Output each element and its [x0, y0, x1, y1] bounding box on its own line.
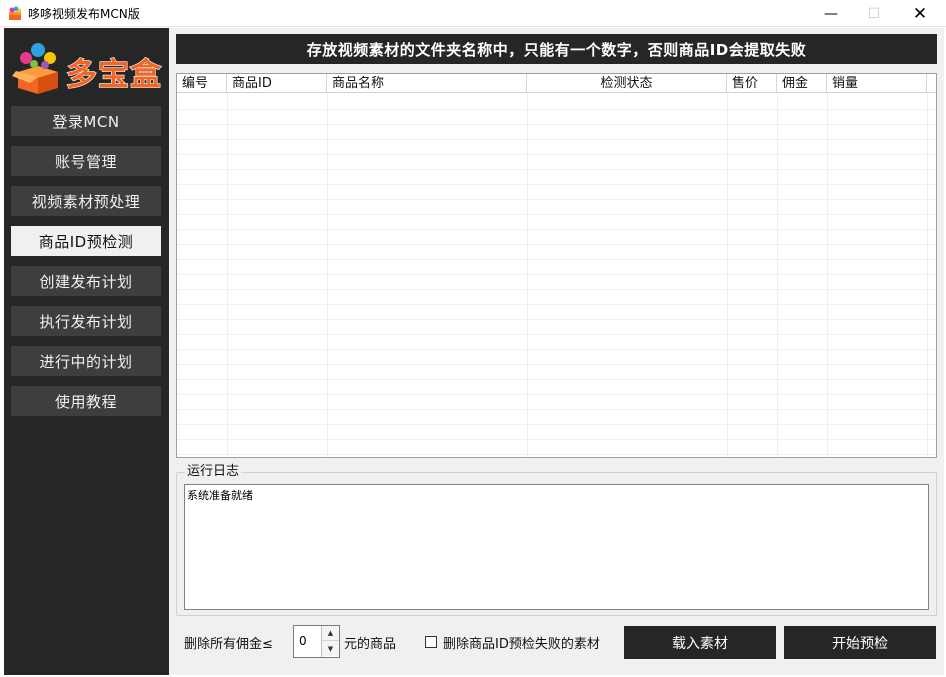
log-textarea[interactable]: 系统准备就绪 [184, 484, 929, 610]
stepper-up-icon[interactable]: ▲ [322, 626, 339, 641]
grid-row-line [177, 454, 936, 455]
logo: 多宝盒 [12, 43, 162, 94]
grid-column-line [527, 94, 528, 457]
table-header: 编号 商品ID 商品名称 检测状态 售价 佣金 销量 [177, 74, 936, 93]
grid-row-line [177, 274, 936, 275]
column-header-product-name[interactable]: 商品名称 [327, 74, 527, 93]
grid-row-line [177, 289, 936, 290]
grid-row-line [177, 139, 936, 140]
grid-row-line [177, 304, 936, 305]
column-header-product-id[interactable]: 商品ID [227, 74, 327, 93]
grid-column-line [727, 94, 728, 457]
log-group: 运行日志 系统准备就绪 [176, 464, 937, 616]
svg-text:多宝盒: 多宝盒 [66, 57, 162, 93]
product-table[interactable]: 编号 商品ID 商品名称 检测状态 售价 佣金 销量 [176, 73, 937, 458]
sidebar-item-execute-plan[interactable]: 执行发布计划 [11, 306, 161, 336]
grid-column-line [927, 94, 928, 457]
grid-row-line [177, 349, 936, 350]
main-panel: 存放视频素材的文件夹名称中，只能有一个数字，否则商品ID会提取失败 编号 商品I… [169, 28, 944, 675]
grid-row-line [177, 394, 936, 395]
column-header-id-number[interactable]: 编号 [177, 74, 227, 93]
sidebar: 多宝盒 登录MCN 账号管理 视频素材预处理 商品ID预检测 创建发布计划 执行… [4, 28, 169, 675]
grid-row-line [177, 439, 936, 440]
title-bar: 哆哆视频发布MCN版 — ☐ ✕ [0, 0, 946, 27]
grid-row-line [177, 334, 936, 335]
column-header-price[interactable]: 售价 [727, 74, 777, 93]
sidebar-item-login-mcn[interactable]: 登录MCN [11, 106, 161, 136]
grid-row-line [177, 169, 936, 170]
grid-column-line [777, 94, 778, 457]
commission-threshold-value[interactable]: 0 [299, 634, 307, 648]
delete-failed-material-label[interactable]: 删除商品ID预检失败的素材 [443, 633, 600, 652]
sidebar-item-create-plan[interactable]: 创建发布计划 [11, 266, 161, 296]
grid-row-line [177, 319, 936, 320]
sidebar-item-product-id-precheck[interactable]: 商品ID预检测 [11, 226, 161, 256]
log-legend: 运行日志 [185, 464, 242, 480]
sidebar-item-tutorial[interactable]: 使用教程 [11, 386, 161, 416]
delete-commission-prefix-label: 删除所有佣金≤ [184, 637, 273, 652]
stepper-down-icon[interactable]: ▼ [322, 641, 339, 656]
grid-row-line [177, 184, 936, 185]
maximize-button[interactable]: ☐ [851, 0, 897, 27]
delete-commission-suffix-label: 元的商品 [344, 637, 397, 652]
notice-banner: 存放视频素材的文件夹名称中，只能有一个数字，否则商品ID会提取失败 [176, 34, 937, 64]
grid-row-line [177, 424, 936, 425]
grid-row-line [177, 364, 936, 365]
commission-threshold-stepper[interactable]: 0 ▲ ▼ [293, 625, 340, 658]
close-button[interactable]: ✕ [897, 0, 943, 27]
minimize-button[interactable]: — [808, 0, 854, 27]
grid-row-line [177, 214, 936, 215]
grid-row-line [177, 229, 936, 230]
sidebar-item-video-preprocess[interactable]: 视频素材预处理 [11, 186, 161, 216]
grid-column-line [327, 94, 328, 457]
sidebar-item-account-management[interactable]: 账号管理 [11, 146, 161, 176]
grid-row-line [177, 109, 936, 110]
grid-row-line [177, 199, 936, 200]
column-header-sales[interactable]: 销量 [827, 74, 927, 93]
column-header-commission[interactable]: 佣金 [777, 74, 827, 93]
stepper-buttons: ▲ ▼ [321, 626, 339, 657]
grid-row-line [177, 259, 936, 260]
grid-row-line [177, 154, 936, 155]
sidebar-item-plans-in-progress[interactable]: 进行中的计划 [11, 346, 161, 376]
column-header-check-status[interactable]: 检测状态 [527, 74, 727, 93]
grid-row-line [177, 409, 936, 410]
grid-column-line [827, 94, 828, 457]
table-body[interactable] [177, 94, 936, 457]
delete-failed-material-checkbox[interactable] [425, 636, 437, 648]
load-material-button[interactable]: 载入素材 [624, 626, 776, 659]
app-icon [9, 6, 21, 20]
window-title: 哆哆视频发布MCN版 [28, 7, 140, 21]
start-precheck-button[interactable]: 开始预检 [784, 626, 936, 659]
grid-row-line [177, 124, 936, 125]
grid-row-line [177, 379, 936, 380]
grid-column-line [227, 94, 228, 457]
grid-row-line [177, 244, 936, 245]
